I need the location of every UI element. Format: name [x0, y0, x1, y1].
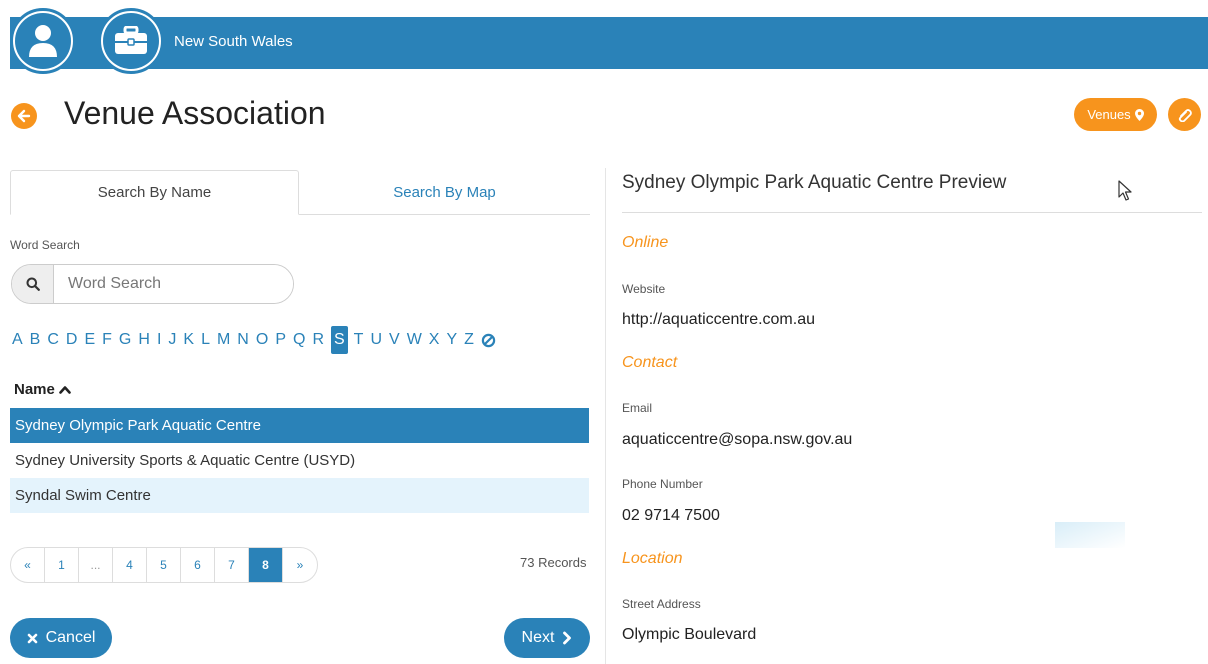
pagination-ellipsis: ...	[79, 548, 113, 582]
mouse-pointer-icon	[1118, 180, 1132, 201]
alphabet-letter[interactable]: K	[183, 329, 194, 351]
organisation-name: New South Wales	[174, 33, 293, 50]
search-tabs: Search By Name Search By Map	[10, 170, 590, 215]
alphabet-letter[interactable]: Z	[464, 329, 474, 351]
section-contact: Contact	[622, 354, 678, 371]
faint-artifact	[1055, 522, 1125, 548]
chevron-right-icon	[563, 631, 572, 645]
alphabet-letter[interactable]: I	[157, 329, 161, 351]
chevron-up-icon	[59, 386, 71, 394]
alphabet-letter[interactable]: L	[201, 329, 210, 351]
alphabet-letter[interactable]: S	[331, 326, 348, 354]
word-search-group	[11, 264, 294, 304]
alphabet-filter: ABCDEFGHIJKLMNOPQRSTUVWXYZ	[12, 326, 496, 354]
map-marker-icon	[1134, 108, 1144, 121]
preview-divider	[622, 212, 1202, 213]
pagination-page[interactable]: 1	[45, 548, 79, 582]
next-button[interactable]: Next	[504, 618, 590, 658]
alphabet-letter[interactable]: T	[354, 329, 364, 351]
alphabet-letter[interactable]: O	[256, 329, 268, 351]
preview-title: Sydney Olympic Park Aquatic Centre Previ…	[622, 172, 1007, 193]
phone-value: 02 9714 7500	[622, 507, 720, 524]
word-search-input[interactable]	[54, 265, 293, 303]
venue-list: Sydney Olympic Park Aquatic Centre Sydne…	[10, 408, 589, 513]
alphabet-letter[interactable]: Y	[446, 329, 457, 351]
venues-button-label: Venues	[1087, 107, 1131, 122]
alphabet-letter[interactable]: M	[217, 329, 230, 351]
user-icon	[15, 13, 71, 69]
pagination-page[interactable]: 4	[113, 548, 147, 582]
cancel-button[interactable]: Cancel	[10, 618, 112, 658]
alphabet-letter[interactable]: N	[237, 329, 249, 351]
alphabet-letter[interactable]: X	[429, 329, 440, 351]
paperclip-icon	[1178, 108, 1192, 122]
arrow-left-icon	[17, 109, 31, 123]
list-item[interactable]: Sydney University Sports & Aquatic Centr…	[10, 443, 589, 478]
website-label: Website	[622, 282, 666, 296]
panel-divider	[605, 168, 606, 664]
cancel-label: Cancel	[45, 629, 96, 646]
pagination-page[interactable]: 7	[215, 548, 249, 582]
page-title: Venue Association	[64, 95, 326, 131]
pagination-page[interactable]: 5	[147, 548, 181, 582]
section-online: Online	[622, 234, 669, 251]
alphabet-letter[interactable]: V	[389, 329, 400, 351]
pagination-prev[interactable]: «	[11, 548, 45, 582]
alphabet-letter[interactable]: G	[119, 329, 131, 351]
ban-icon[interactable]	[481, 333, 496, 348]
name-column-label: Name	[14, 381, 55, 398]
back-button[interactable]	[11, 103, 37, 129]
email-label: Email	[622, 401, 653, 415]
website-value: http://aquaticcentre.com.au	[622, 311, 815, 328]
alphabet-letter[interactable]: P	[275, 329, 286, 351]
list-item[interactable]: Syndal Swim Centre	[10, 478, 589, 513]
alphabet-letter[interactable]: H	[138, 329, 150, 351]
street-address-label: Street Address	[622, 597, 701, 611]
phone-label: Phone Number	[622, 477, 703, 491]
alphabet-letter[interactable]: C	[47, 329, 59, 351]
alphabet-letter[interactable]: R	[312, 329, 324, 351]
alphabet-letter[interactable]: D	[66, 329, 78, 351]
alphabet-letter[interactable]: J	[168, 329, 176, 351]
street-address-value: Olympic Boulevard	[622, 626, 757, 643]
email-value: aquaticcentre@sopa.nsw.gov.au	[622, 431, 853, 448]
pagination: « 1 ... 4 5 6 7 8 »	[10, 547, 318, 583]
alphabet-letter[interactable]: E	[84, 329, 95, 351]
alphabet-letter[interactable]: W	[407, 329, 422, 351]
search-icon	[12, 265, 54, 303]
alphabet-letter[interactable]: F	[102, 329, 112, 351]
tab-search-by-name[interactable]: Search By Name	[10, 170, 299, 215]
word-search-label: Word Search	[10, 238, 80, 252]
tab-search-by-map[interactable]: Search By Map	[299, 170, 590, 215]
attachment-button[interactable]	[1168, 98, 1201, 131]
next-label: Next	[521, 629, 555, 646]
briefcase-icon	[103, 13, 159, 69]
alphabet-letter[interactable]: Q	[293, 329, 305, 351]
pagination-page[interactable]: 6	[181, 548, 215, 582]
organisation-button[interactable]	[98, 8, 164, 74]
alphabet-letter[interactable]: A	[12, 329, 23, 351]
alphabet-letter[interactable]: B	[30, 329, 41, 351]
venues-button[interactable]: Venues	[1074, 98, 1157, 131]
alphabet-letter[interactable]: U	[370, 329, 382, 351]
list-item[interactable]: Sydney Olympic Park Aquatic Centre	[10, 408, 589, 443]
pagination-current-page[interactable]: 8	[249, 548, 283, 582]
close-icon	[27, 633, 37, 643]
record-count: 73 Records	[520, 555, 587, 570]
section-location: Location	[622, 550, 683, 567]
pagination-next[interactable]: »	[283, 548, 317, 582]
profile-button[interactable]	[10, 8, 76, 74]
name-column-header[interactable]: Name	[14, 381, 71, 398]
